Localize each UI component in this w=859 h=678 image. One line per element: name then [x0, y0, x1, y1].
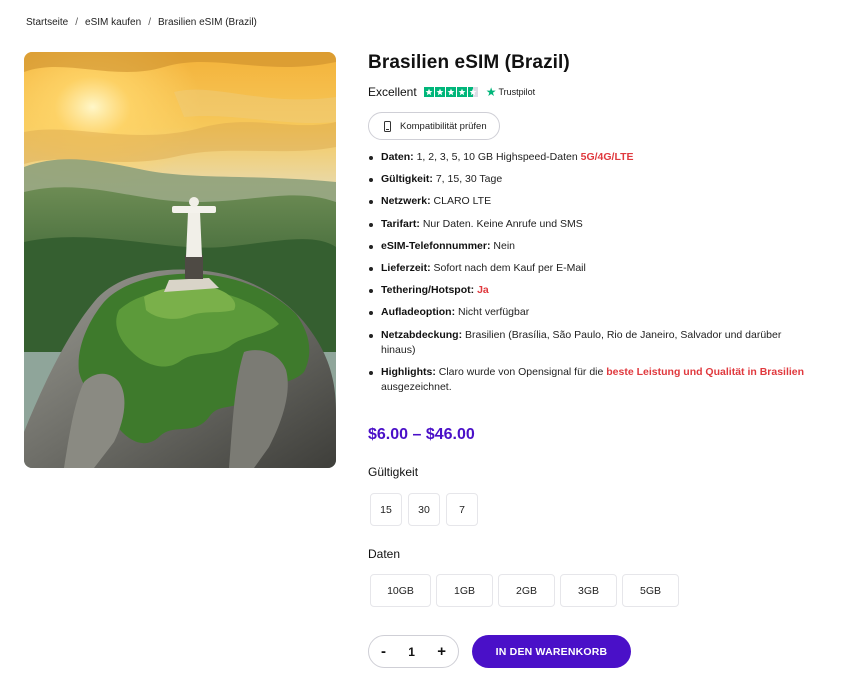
quantity-increase-button[interactable]: +	[437, 644, 446, 659]
product-title: Brasilien eSIM (Brazil)	[368, 52, 570, 73]
price-range: $6.00 – $46.00	[368, 426, 475, 443]
add-to-cart-button[interactable]: IN DEN WARENKORB	[472, 635, 631, 668]
feature-item: Gültigkeit: 7, 15, 30 Tage	[368, 172, 808, 187]
data-options: 10GB 1GB 2GB 3GB 5GB	[370, 574, 679, 607]
breadcrumb-esim-link[interactable]: eSIM kaufen	[85, 17, 141, 28]
feature-item: Netzabdeckung: Brasilien (Brasília, São …	[368, 328, 808, 358]
feature-text: 7, 15, 30 Tage	[432, 173, 503, 186]
christ-the-redeemer-image	[24, 52, 336, 468]
data-option[interactable]: 5GB	[622, 574, 679, 607]
feature-label: Lieferzeit:	[381, 261, 431, 274]
validity-label: Gültigkeit	[368, 465, 419, 479]
validity-option[interactable]: 15	[370, 493, 402, 526]
feature-list: Daten: 1, 2, 3, 5, 10 GB Highspeed-Daten…	[368, 150, 808, 395]
star-icon	[456, 87, 467, 97]
feature-item: Lieferzeit: Sofort nach dem Kauf per E-M…	[368, 261, 808, 276]
feature-text: Nein	[490, 239, 515, 252]
data-option[interactable]: 3GB	[560, 574, 617, 607]
feature-label: Gültigkeit:	[381, 173, 433, 186]
feature-label: Netzabdeckung:	[381, 328, 463, 341]
breadcrumb-separator: /	[75, 17, 79, 28]
feature-text-after: ausgezeichnet.	[381, 380, 452, 393]
trustpilot-label: Trustpilot	[498, 87, 536, 97]
feature-item: Tarifart: Nur Daten. Keine Anrufe und SM…	[368, 217, 808, 232]
product-image[interactable]	[24, 52, 336, 468]
feature-item: Aufladeoption: Nicht verfügbar	[368, 305, 808, 320]
trustpilot-stars	[423, 87, 478, 97]
feature-text: Sofort nach dem Kauf per E-Mail	[430, 261, 586, 274]
quantity-stepper: - 1 +	[368, 635, 459, 668]
feature-item: eSIM-Telefonnummer: Nein	[368, 239, 808, 254]
feature-text: Claro wurde von Opensignal für die	[435, 365, 607, 378]
quantity-value[interactable]: 1	[408, 645, 415, 659]
rating-row: Excellent ★ Trustpilot	[368, 84, 808, 100]
star-icon	[434, 87, 445, 97]
data-option[interactable]: 2GB	[498, 574, 555, 607]
breadcrumb: Startseite / eSIM kaufen / Brasilien eSI…	[26, 17, 257, 28]
phone-icon	[384, 120, 391, 132]
feature-label: Aufladeoption:	[381, 306, 456, 319]
star-icon	[445, 87, 456, 97]
feature-label: eSIM-Telefonnummer:	[381, 239, 491, 252]
product-info: Brasilien eSIM (Brazil) Excellent ★ Trus…	[368, 52, 808, 402]
feature-item: Tethering/Hotspot: Ja	[368, 283, 808, 298]
feature-text: Nur Daten. Keine Anrufe und SMS	[419, 217, 583, 230]
feature-label: Daten:	[381, 151, 414, 163]
feature-item: Daten: 1, 2, 3, 5, 10 GB Highspeed-Daten…	[368, 150, 808, 165]
data-option[interactable]: 1GB	[436, 574, 493, 607]
half-star-icon	[467, 87, 478, 97]
feature-label: Tarifart:	[381, 217, 420, 230]
feature-item: Netzwerk: CLARO LTE	[368, 194, 808, 209]
quantity-decrease-button[interactable]: -	[381, 644, 386, 659]
validity-option[interactable]: 7	[446, 493, 478, 526]
feature-label: Tethering/Hotspot:	[381, 284, 475, 297]
breadcrumb-home-link[interactable]: Startseite	[26, 17, 68, 28]
data-label: Daten	[368, 547, 401, 561]
feature-text: CLARO LTE	[430, 195, 492, 208]
validity-option[interactable]: 30	[408, 493, 440, 526]
feature-item: Highlights: Claro wurde von Opensignal f…	[368, 365, 808, 395]
trustpilot-star-icon: ★	[485, 85, 497, 99]
data-option[interactable]: 10GB	[370, 574, 431, 607]
feature-highlight: Ja	[477, 284, 489, 297]
feature-text: Nicht verfügbar	[455, 306, 530, 319]
compatibility-check-button[interactable]: Kompatibilität prüfen	[368, 112, 500, 140]
feature-text: 1, 2, 3, 5, 10 GB Highspeed-Daten	[413, 151, 581, 163]
star-icon	[423, 87, 434, 97]
compatibility-label: Kompatibilität prüfen	[400, 120, 487, 132]
feature-label: Netzwerk:	[381, 195, 431, 208]
feature-label: Highlights:	[381, 365, 436, 378]
feature-highlight: 5G/4G/LTE	[580, 151, 634, 163]
breadcrumb-current: Brasilien eSIM (Brazil)	[157, 17, 257, 28]
rating-label: Excellent	[368, 85, 417, 99]
breadcrumb-separator: /	[148, 17, 151, 28]
feature-highlight: beste Leistung und Qualität in Brasilien	[606, 365, 805, 378]
trustpilot-logo[interactable]: ★ Trustpilot	[486, 86, 535, 98]
validity-options: 15 30 7	[370, 493, 478, 526]
